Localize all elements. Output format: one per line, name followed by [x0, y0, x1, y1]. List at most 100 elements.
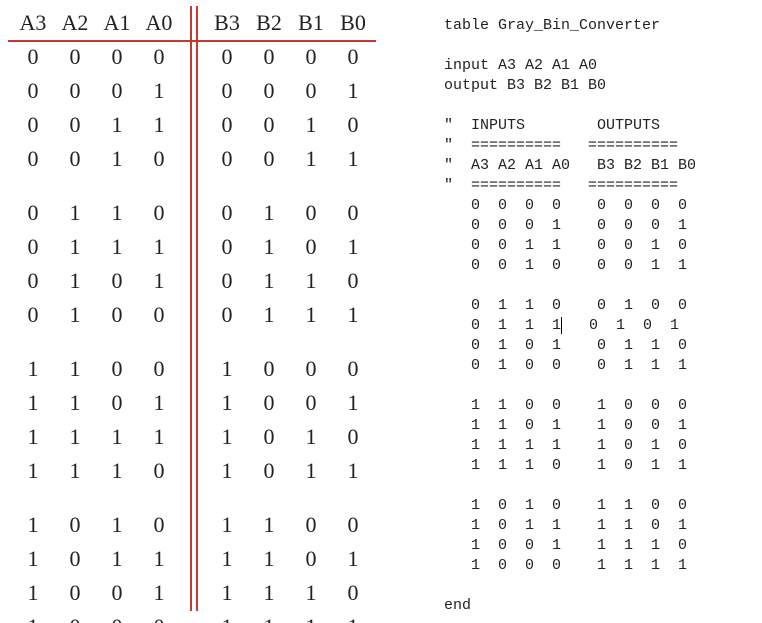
table-cell: 0: [54, 142, 96, 176]
table-cell: 1: [206, 454, 248, 488]
table-cell: 1: [248, 508, 290, 542]
table-cell: 1: [332, 298, 374, 332]
col-header-b1: B1: [290, 6, 332, 40]
vertical-rule-1: [190, 6, 192, 611]
table-cell: 1: [248, 542, 290, 576]
table-cell: 0: [138, 40, 180, 74]
code-line: 0 1 0 0 0 1 1 1: [444, 356, 754, 376]
table-cell: 1: [248, 230, 290, 264]
table-cell: 1: [248, 610, 290, 623]
table-cell: 1: [138, 420, 180, 454]
table-cell: 1: [332, 610, 374, 623]
table-cell: 1: [138, 74, 180, 108]
table-row: 11001000: [8, 352, 388, 386]
table-cell: 0: [138, 298, 180, 332]
table-cell: 1: [290, 264, 332, 298]
code-line: " INPUTS OUTPUTS: [444, 116, 754, 136]
col-header-a3: A3: [12, 6, 54, 40]
table-cell: 0: [206, 40, 248, 74]
table-cell: 0: [138, 610, 180, 623]
table-cell: 1: [12, 576, 54, 610]
table-cell: 1: [138, 108, 180, 142]
code-line: [444, 96, 754, 116]
table-cell: 1: [290, 420, 332, 454]
code-line: 0 0 0 0 0 0 0 0: [444, 196, 754, 216]
table-cell: 0: [54, 40, 96, 74]
code-line: end: [444, 596, 754, 616]
table-cell: 0: [290, 40, 332, 74]
group-gap: [8, 332, 388, 352]
table-cell: 0: [332, 352, 374, 386]
table-cell: 1: [332, 74, 374, 108]
table-cell: 0: [332, 576, 374, 610]
table-cell: 0: [248, 386, 290, 420]
code-line: table Gray_Bin_Converter: [444, 16, 754, 36]
table-cell: 1: [96, 454, 138, 488]
table-cell: 0: [248, 108, 290, 142]
table-cell: 0: [96, 298, 138, 332]
vertical-rule-2: [196, 6, 198, 611]
table-cell: 1: [332, 386, 374, 420]
table-cell: 0: [290, 542, 332, 576]
code-line: " ========== ==========: [444, 176, 754, 196]
table-cell: 1: [54, 386, 96, 420]
code-line: 0 0 1 1 0 0 1 0: [444, 236, 754, 256]
table-cell: 0: [332, 40, 374, 74]
code-line: 0 1 1 0 0 1 0 0: [444, 296, 754, 316]
table-cell: 0: [96, 264, 138, 298]
table-cell: 0: [290, 230, 332, 264]
table-cell: 1: [332, 454, 374, 488]
table-cell: 0: [332, 264, 374, 298]
table-cell: 1: [290, 298, 332, 332]
code-line: [444, 576, 754, 596]
table-cell: 0: [248, 420, 290, 454]
code-line: input A3 A2 A1 A0: [444, 56, 754, 76]
table-cell: 0: [12, 230, 54, 264]
table-cell: 1: [96, 196, 138, 230]
table-cell: 0: [332, 420, 374, 454]
code-line: 1 0 1 0 1 1 0 0: [444, 496, 754, 516]
code-line: " A3 A2 A1 A0 B3 B2 B1 B0: [444, 156, 754, 176]
table-cell: 0: [290, 386, 332, 420]
table-cell: 1: [54, 230, 96, 264]
table-cell: 1: [206, 576, 248, 610]
code-line: 1 1 0 1 1 0 0 1: [444, 416, 754, 436]
table-cell: 0: [138, 454, 180, 488]
table-row: 11111010: [8, 420, 388, 454]
table-cell: 0: [290, 196, 332, 230]
table-cell: 1: [138, 386, 180, 420]
table-row: 01110101: [8, 230, 388, 264]
truth-table-header: A3 A2 A1 A0 B3 B2 B1 B0: [8, 6, 388, 40]
table-cell: 1: [12, 610, 54, 623]
table-cell: 1: [290, 576, 332, 610]
table-cell: 1: [54, 420, 96, 454]
table-cell: 0: [96, 576, 138, 610]
table-cell: 1: [96, 230, 138, 264]
table-row: 10001111: [8, 610, 388, 623]
code-line: [444, 476, 754, 496]
table-cell: 0: [54, 108, 96, 142]
table-row: 11101011: [8, 454, 388, 488]
table-cell: 0: [206, 74, 248, 108]
page: A3 A2 A1 A0 B3 B2 B1 B0 0000000000010001…: [0, 0, 762, 623]
table-cell: 0: [206, 230, 248, 264]
code-line: 0 0 0 1 0 0 0 1: [444, 216, 754, 236]
code-line: output B3 B2 B1 B0: [444, 76, 754, 96]
table-row: 01000111: [8, 298, 388, 332]
header-rule: [8, 40, 376, 42]
table-cell: 0: [138, 196, 180, 230]
table-row: 00000000: [8, 40, 388, 74]
table-cell: 0: [12, 298, 54, 332]
table-cell: 1: [54, 264, 96, 298]
table-cell: 0: [96, 352, 138, 386]
table-cell: 1: [332, 542, 374, 576]
table-cell: 0: [332, 508, 374, 542]
table-cell: 1: [12, 454, 54, 488]
truth-table: A3 A2 A1 A0 B3 B2 B1 B0 0000000000010001…: [8, 6, 388, 617]
table-cell: 1: [206, 352, 248, 386]
table-cell: 0: [248, 40, 290, 74]
table-row: 11011001: [8, 386, 388, 420]
table-cell: 1: [290, 142, 332, 176]
code-line: [444, 276, 754, 296]
table-cell: 0: [206, 196, 248, 230]
